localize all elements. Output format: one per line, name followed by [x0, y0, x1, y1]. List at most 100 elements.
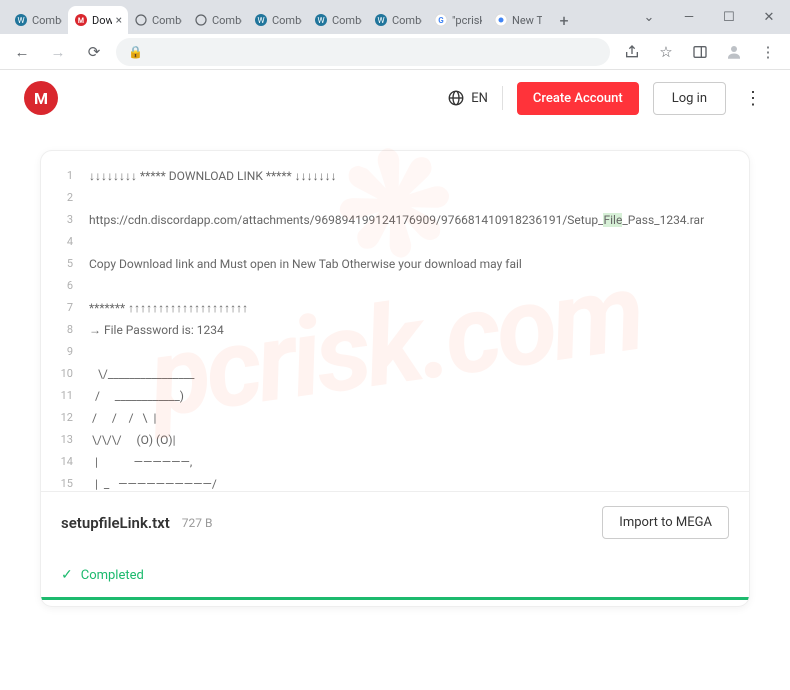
login-button[interactable]: Log in: [653, 82, 726, 115]
line-number: 14: [41, 451, 89, 473]
line-content: / ____________): [89, 385, 749, 407]
line-content: \/________________: [89, 363, 749, 385]
line-content: / / / \ |: [89, 407, 749, 429]
browser-tab[interactable]: New Ta: [488, 6, 548, 34]
check-icon: ✓: [61, 567, 73, 583]
code-line: 8→ File Password is: 1234: [41, 319, 749, 341]
language-selector[interactable]: EN: [447, 89, 488, 107]
file-content: 1↓↓↓↓↓↓↓↓ ***** DOWNLOAD LINK ***** ↓↓↓↓…: [41, 151, 749, 491]
back-button[interactable]: ←: [8, 38, 36, 66]
browser-tab[interactable]: W Combo: [368, 6, 428, 34]
window-controls: ⌄ ― ☐ ✕: [628, 0, 790, 34]
svg-text:M: M: [78, 17, 84, 25]
create-account-button[interactable]: Create Account: [517, 82, 639, 115]
chevron-down-icon[interactable]: ⌄: [636, 4, 662, 30]
line-content: Copy Download link and Must open in New …: [89, 253, 749, 275]
file-name: setupfileLink.txt: [61, 514, 170, 532]
code-line: 3https://cdn.discordapp.com/attachments/…: [41, 209, 749, 231]
line-content: → File Password is: 1234: [89, 319, 749, 341]
line-number: 6: [41, 275, 89, 297]
minimize-button[interactable]: ―: [676, 4, 702, 30]
language-label: EN: [471, 91, 488, 106]
line-number: 2: [41, 187, 89, 209]
code-line: 9: [41, 341, 749, 363]
content-area: 1↓↓↓↓↓↓↓↓ ***** DOWNLOAD LINK ***** ↓↓↓↓…: [0, 126, 790, 607]
code-line: 4: [41, 231, 749, 253]
file-meta-row: setupfileLink.txt 727 B Import to MEGA: [41, 491, 749, 553]
line-content: https://cdn.discordapp.com/attachments/9…: [89, 209, 749, 231]
new-tab-button[interactable]: +: [552, 8, 576, 32]
line-content: \/\/\/ (O) (O)|: [89, 429, 749, 451]
code-line: 13 \/\/\/ (O) (O)|: [41, 429, 749, 451]
divider: [502, 86, 503, 110]
browser-tab[interactable]: W Combo: [248, 6, 308, 34]
google-icon: G: [434, 13, 448, 27]
code-line: 14 | ——————,: [41, 451, 749, 473]
status-text: Completed: [81, 568, 144, 583]
tab-title: "pcrisk: [452, 14, 482, 27]
close-icon[interactable]: ×: [116, 13, 122, 27]
line-content: | ——————,: [89, 451, 749, 473]
browser-tab[interactable]: W Combo: [8, 6, 68, 34]
bookmark-icon[interactable]: ☆: [652, 38, 680, 66]
wordpress-icon: W: [254, 13, 268, 27]
wordpress-icon: W: [14, 13, 28, 27]
profile-icon[interactable]: [720, 38, 748, 66]
svg-text:W: W: [17, 16, 24, 25]
tab-title: Combo: [212, 14, 242, 27]
code-line: 7******* ↑↑↑↑↑↑↑↑↑↑↑↑↑↑↑↑↑↑↑↑: [41, 297, 749, 319]
tabs-region: W Combo M Dow × Combo Combo W Combo W Co…: [0, 0, 628, 34]
browser-tab[interactable]: G "pcrisk: [428, 6, 488, 34]
tab-title: Combo: [272, 14, 302, 27]
code-line: 1↓↓↓↓↓↓↓↓ ***** DOWNLOAD LINK ***** ↓↓↓↓…: [41, 165, 749, 187]
line-number: 1: [41, 165, 89, 187]
status-row: ✓ Completed: [41, 553, 749, 597]
forward-button[interactable]: →: [44, 38, 72, 66]
reload-button[interactable]: ⟳: [80, 38, 108, 66]
globe-icon: [447, 89, 465, 107]
wordpress-icon: W: [314, 13, 328, 27]
tab-title: Combo: [32, 14, 62, 27]
wordpress-icon: W: [374, 13, 388, 27]
import-button[interactable]: Import to MEGA: [602, 506, 729, 539]
menu-icon[interactable]: ⋮: [754, 38, 782, 66]
svg-text:W: W: [257, 16, 264, 25]
svg-text:G: G: [438, 16, 444, 25]
line-number: 12: [41, 407, 89, 429]
browser-tab-active[interactable]: M Dow ×: [68, 6, 128, 34]
tab-title: Dow: [92, 14, 112, 27]
line-number: 11: [41, 385, 89, 407]
close-window-button[interactable]: ✕: [756, 4, 782, 30]
line-number: 15: [41, 473, 89, 491]
code-line: 2: [41, 187, 749, 209]
site-header: M EN Create Account Log in ⋮: [0, 70, 790, 126]
share-icon[interactable]: [618, 38, 646, 66]
code-line: 5Copy Download link and Must open in New…: [41, 253, 749, 275]
code-line: 15 | _ ——————————/: [41, 473, 749, 491]
omnibox[interactable]: 🔒: [116, 38, 610, 66]
line-number: 10: [41, 363, 89, 385]
sidepanel-icon[interactable]: [686, 38, 714, 66]
kebab-menu-icon[interactable]: ⋮: [740, 88, 766, 109]
line-number: 7: [41, 297, 89, 319]
line-content: ******* ↑↑↑↑↑↑↑↑↑↑↑↑↑↑↑↑↑↑↑↑: [89, 297, 749, 319]
tab-title: Combo: [152, 14, 182, 27]
svg-text:W: W: [317, 16, 324, 25]
browser-tab[interactable]: W Combo: [308, 6, 368, 34]
browser-titlebar: W Combo M Dow × Combo Combo W Combo W Co…: [0, 0, 790, 34]
address-actions: ☆ ⋮: [618, 38, 782, 66]
tab-title: Combo: [332, 14, 362, 27]
file-size: 727 B: [182, 516, 213, 530]
address-bar: ← → ⟳ 🔒 ☆ ⋮: [0, 34, 790, 70]
code-line: 12 / / / \ |: [41, 407, 749, 429]
tab-title: New Ta: [512, 14, 542, 27]
mega-logo[interactable]: M: [24, 81, 58, 115]
maximize-button[interactable]: ☐: [716, 4, 742, 30]
mega-icon: M: [74, 13, 88, 27]
browser-tab[interactable]: Combo: [188, 6, 248, 34]
line-number: 3: [41, 209, 89, 231]
browser-tab[interactable]: Combo: [128, 6, 188, 34]
line-content: | _ ——————————/: [89, 473, 749, 491]
lock-icon: 🔒: [128, 45, 143, 59]
code-line: 6: [41, 275, 749, 297]
